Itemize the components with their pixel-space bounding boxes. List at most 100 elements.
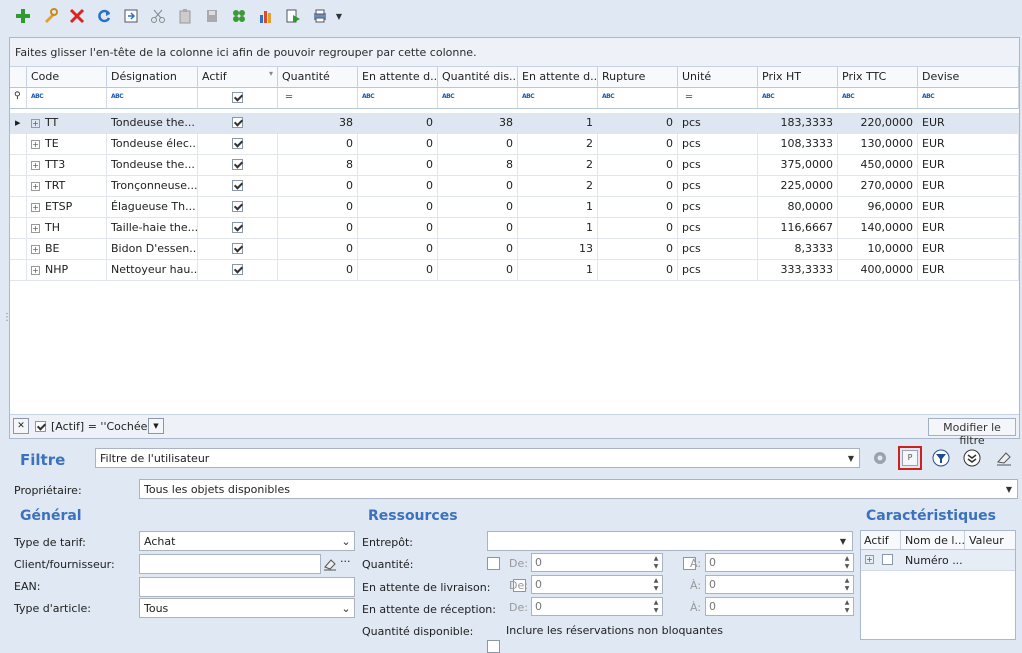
header-unite[interactable]: Unité <box>678 67 758 88</box>
print-icon[interactable] <box>310 6 330 26</box>
row-indicator[interactable] <box>10 197 27 218</box>
cell-unite[interactable]: pcs <box>678 134 758 155</box>
cell-rupture[interactable]: 0 <box>598 197 678 218</box>
cell-att2[interactable]: 1 <box>518 113 598 134</box>
filter-prix-ttc[interactable]: ABC <box>838 88 918 109</box>
expand-plus-icon[interactable]: + <box>31 244 40 254</box>
cell-code[interactable]: + TE <box>27 134 107 155</box>
cell-devise[interactable]: EUR <box>918 260 1019 281</box>
header-prix-ht[interactable]: Prix HT <box>758 67 838 88</box>
cell-code[interactable]: + TT <box>27 113 107 134</box>
cell-prix_ht[interactable]: 8,3333 <box>758 239 838 260</box>
cell-designation[interactable]: Tondeuse élec... <box>107 134 198 155</box>
chevron-down-icon[interactable]: ▼ <box>1001 480 1017 498</box>
reception-de-spinner[interactable]: 0 ▲ ▼ <box>531 597 663 616</box>
chevron-down-icon[interactable]: ⌄ <box>338 532 354 550</box>
cell-att1[interactable]: 0 <box>358 113 438 134</box>
cell-code[interactable]: + TRT <box>27 176 107 197</box>
expand-plus-icon[interactable]: + <box>31 160 40 170</box>
row-indicator[interactable] <box>10 155 27 176</box>
cell-prix_ttc[interactable]: 130,0000 <box>838 134 918 155</box>
row-indicator[interactable] <box>10 260 27 281</box>
cell-actif[interactable] <box>198 197 278 218</box>
cell-unite[interactable]: pcs <box>678 176 758 197</box>
cell-designation[interactable]: Tronçonneuse... <box>107 176 198 197</box>
chevron-down-icon[interactable]: ⌄ <box>338 599 354 617</box>
filter-rupture[interactable]: ABC <box>598 88 678 109</box>
paste-icon[interactable] <box>175 6 195 26</box>
group-panel[interactable]: Faites glisser l'en-tête de la colonne i… <box>10 38 1019 67</box>
cell-designation[interactable]: Tondeuse the... <box>107 155 198 176</box>
cell-rupture[interactable]: 0 <box>598 260 678 281</box>
cell-devise[interactable]: EUR <box>918 134 1019 155</box>
livraison-de-spinner[interactable]: 0 ▲ ▼ <box>531 575 663 594</box>
cell-prix_ttc[interactable]: 450,0000 <box>838 155 918 176</box>
header-designation[interactable]: Désignation <box>107 67 198 88</box>
type-select[interactable]: Tous ⌄ <box>139 598 355 618</box>
table-row[interactable]: ▸ + TT Tondeuse the... 38 0 38 1 0 pcs 183,3333 220… <box>10 113 1019 134</box>
row-indicator[interactable] <box>10 218 27 239</box>
cell-att1[interactable]: 0 <box>358 218 438 239</box>
run-icon[interactable] <box>283 6 303 26</box>
header-en-attente-2[interactable]: En attente d... <box>518 67 598 88</box>
table-row[interactable]: + TT3 Tondeuse the... 8 0 8 2 0 pcs 375,0000 450,0… <box>10 155 1019 176</box>
actif-checkbox[interactable] <box>232 222 243 233</box>
spin-down-icon[interactable]: ▼ <box>841 562 853 571</box>
refresh-icon[interactable] <box>94 6 114 26</box>
table-row[interactable]: + NHP Nettoyeur hau... 0 0 0 1 0 pcs 333,3333 400,… <box>10 260 1019 281</box>
filter-unite[interactable]: ═ <box>678 88 758 109</box>
filter-quantite-dispo[interactable]: ABC <box>438 88 518 109</box>
cell-rupture[interactable]: 0 <box>598 155 678 176</box>
actif-checkbox[interactable] <box>232 159 243 170</box>
row-indicator[interactable] <box>10 176 27 197</box>
cell-unite[interactable]: pcs <box>678 239 758 260</box>
cell-code[interactable]: + ETSP <box>27 197 107 218</box>
cell-devise[interactable]: EUR <box>918 218 1019 239</box>
expand-plus-icon[interactable]: + <box>31 139 40 149</box>
cell-code[interactable]: + NHP <box>27 260 107 281</box>
char-header-valeur[interactable]: Valeur <box>965 531 1015 550</box>
ean-input[interactable] <box>139 577 355 597</box>
spin-down-icon[interactable]: ▼ <box>650 606 662 615</box>
cell-att2[interactable]: 2 <box>518 176 598 197</box>
header-en-attente-1[interactable]: En attente d... <box>358 67 438 88</box>
cell-unite[interactable]: pcs <box>678 260 758 281</box>
cut-icon[interactable] <box>148 6 168 26</box>
reservations-checkbox[interactable] <box>487 640 500 653</box>
table-row[interactable]: + BE Bidon D'essen... 0 0 0 13 0 pcs 8,3333 10,000… <box>10 239 1019 260</box>
cell-dispo[interactable]: 38 <box>438 113 518 134</box>
filter-designation[interactable]: ABC <box>107 88 198 109</box>
cell-actif[interactable] <box>198 113 278 134</box>
cell-code[interactable]: + TT3 <box>27 155 107 176</box>
cell-devise[interactable]: EUR <box>918 155 1019 176</box>
eraser-icon[interactable] <box>321 554 339 574</box>
cell-rupture[interactable]: 0 <box>598 176 678 197</box>
filter-actif[interactable] <box>198 88 278 109</box>
chevron-down-icon[interactable]: ▼ <box>835 532 851 550</box>
filter-select[interactable]: Filtre de l'utilisateur ▼ <box>95 448 860 468</box>
chevron-down-icon[interactable]: ▼ <box>843 449 859 467</box>
edit-filter-button[interactable]: Modifier le filtre <box>928 418 1016 447</box>
cell-prix_ttc[interactable]: 220,0000 <box>838 113 918 134</box>
cell-designation[interactable]: Nettoyeur hau... <box>107 260 198 281</box>
add-icon[interactable] <box>13 6 33 26</box>
cell-rupture[interactable]: 0 <box>598 134 678 155</box>
cell-rupture[interactable]: 0 <box>598 218 678 239</box>
cell-designation[interactable]: Tondeuse the... <box>107 113 198 134</box>
filter-prix-ht[interactable]: ABC <box>758 88 838 109</box>
header-prix-ttc[interactable]: Prix TTC <box>838 67 918 88</box>
cell-dispo[interactable]: 8 <box>438 155 518 176</box>
cell-unite[interactable]: pcs <box>678 218 758 239</box>
filter-actif-checkbox[interactable] <box>232 92 243 103</box>
livraison-a-spinner[interactable]: 0 ▲ ▼ <box>705 575 854 594</box>
cell-att1[interactable]: 0 <box>358 176 438 197</box>
cell-dispo[interactable]: 0 <box>438 218 518 239</box>
cell-prix_ht[interactable]: 375,0000 <box>758 155 838 176</box>
cell-att2[interactable]: 1 <box>518 260 598 281</box>
cell-prix_ttc[interactable]: 10,0000 <box>838 239 918 260</box>
quantite-a-spinner[interactable]: 0 ▲ ▼ <box>705 553 854 572</box>
cell-att1[interactable]: 0 <box>358 197 438 218</box>
table-row[interactable]: + TH Taille-haie the... 0 0 0 1 0 pcs 116,6667 140… <box>10 218 1019 239</box>
cell-prix_ttc[interactable]: 96,0000 <box>838 197 918 218</box>
cell-att2[interactable]: 13 <box>518 239 598 260</box>
